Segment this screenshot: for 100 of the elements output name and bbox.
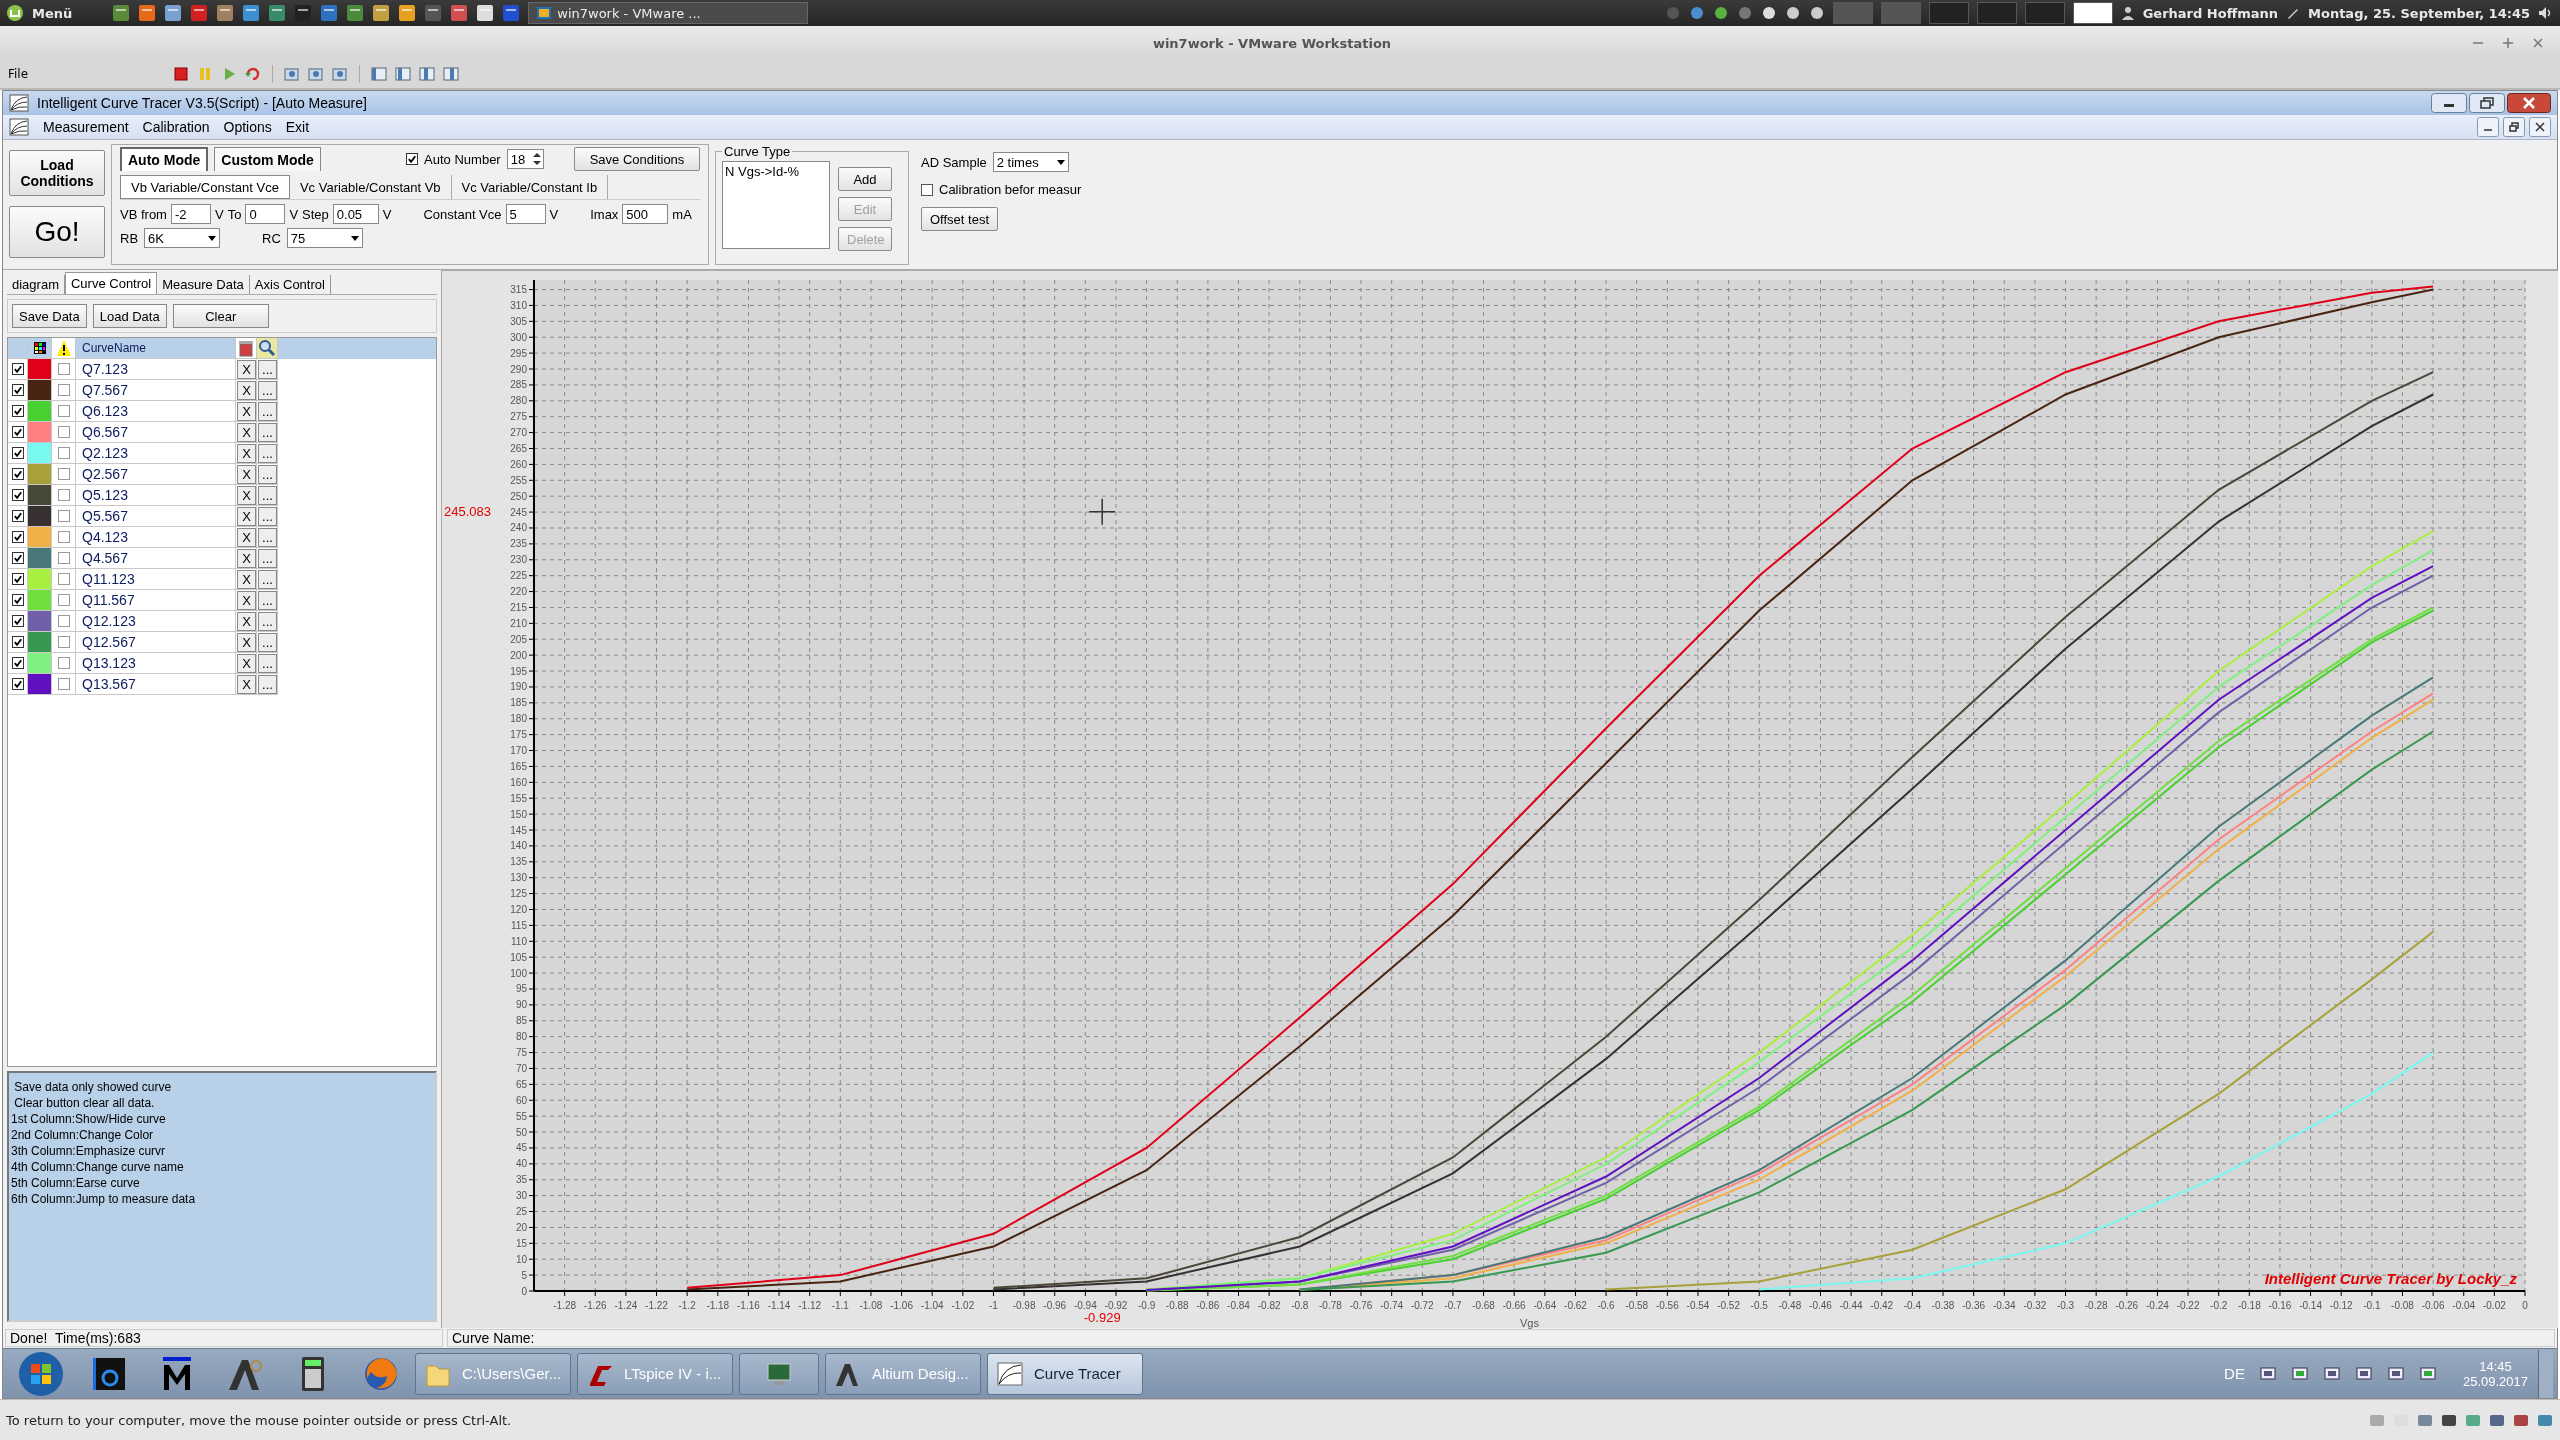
color-swatch[interactable]: [28, 359, 52, 380]
emphasize-checkbox[interactable]: [57, 552, 70, 564]
curve-type-button[interactable]: Add: [838, 167, 892, 191]
save-conditions-button[interactable]: Save Conditions: [574, 147, 700, 171]
app-icon[interactable]: [502, 4, 521, 22]
close-icon[interactable]: [2529, 117, 2551, 137]
app-icon[interactable]: [112, 4, 131, 22]
menu-item[interactable]: Measurement: [43, 119, 129, 135]
view-icon[interactable]: [394, 65, 412, 83]
erase-button[interactable]: X: [237, 423, 256, 442]
jump-button[interactable]: ...: [258, 654, 277, 673]
close-icon[interactable]: [2507, 93, 2551, 113]
color-swatch[interactable]: [28, 590, 52, 611]
erase-button[interactable]: X: [237, 486, 256, 505]
color-swatch[interactable]: [28, 380, 52, 401]
app-icon[interactable]: [242, 4, 261, 22]
emphasize-checkbox[interactable]: [57, 510, 70, 522]
restore-icon[interactable]: [2503, 117, 2525, 137]
app-icon[interactable]: [190, 4, 209, 22]
curve-name-cell[interactable]: Q7.123: [76, 359, 236, 380]
network-icon[interactable]: [2418, 1364, 2437, 1383]
menu-item[interactable]: Calibration: [142, 119, 210, 135]
color-swatch[interactable]: [28, 632, 52, 653]
erase-button[interactable]: X: [237, 381, 256, 400]
jump-button[interactable]: ...: [258, 486, 277, 505]
jump-button[interactable]: ...: [258, 360, 277, 379]
curve-name-cell[interactable]: Q4.567: [76, 548, 236, 569]
app-icon[interactable]: [398, 4, 417, 22]
curve-name-cell[interactable]: Q6.123: [76, 401, 236, 422]
jump-button[interactable]: ...: [258, 444, 277, 463]
load-conditions-button[interactable]: Load Conditions: [9, 150, 105, 196]
show-desktop-button[interactable]: [2538, 1349, 2553, 1398]
erase-button[interactable]: X: [237, 633, 256, 652]
color-swatch[interactable]: [28, 674, 52, 695]
panel-button[interactable]: Save Data: [12, 304, 87, 328]
color-swatch[interactable]: [28, 569, 52, 590]
taskbar-button[interactable]: Curve Tracer: [987, 1352, 1143, 1395]
visibility-checkbox[interactable]: [11, 615, 24, 627]
jump-button[interactable]: ...: [258, 591, 277, 610]
jump-button[interactable]: ...: [258, 381, 277, 400]
workspace-switcher[interactable]: [2024, 2, 2065, 24]
clock[interactable]: Montag, 25. September, 14:45: [2308, 5, 2530, 21]
jump-button[interactable]: ...: [258, 402, 277, 421]
emphasize-checkbox[interactable]: [57, 468, 70, 480]
color-swatch[interactable]: [28, 443, 52, 464]
curve-name-cell[interactable]: Q2.123: [76, 443, 236, 464]
tray-icon[interactable]: [1808, 5, 1825, 21]
emphasize-checkbox[interactable]: [57, 384, 70, 396]
emphasize-checkbox[interactable]: [57, 426, 70, 438]
tray-icon[interactable]: [1760, 5, 1777, 21]
taskbar-button[interactable]: win7work - VMware ...: [528, 2, 809, 24]
jump-button[interactable]: ...: [258, 675, 277, 694]
monitor-icon[interactable]: [2354, 1364, 2373, 1383]
emphasize-checkbox[interactable]: [57, 363, 70, 375]
visibility-checkbox[interactable]: [11, 531, 24, 543]
list-item[interactable]: N Vgs->Id-%: [725, 164, 827, 179]
minimize-icon[interactable]: [2431, 93, 2467, 113]
color-swatch[interactable]: [28, 653, 52, 674]
dropdown[interactable]: 2 times: [992, 152, 1069, 172]
tray-icon[interactable]: [1784, 5, 1801, 21]
workspace-switcher[interactable]: [2072, 2, 2113, 24]
emphasize-checkbox[interactable]: [57, 615, 70, 627]
menu-label[interactable]: Menü: [32, 5, 73, 21]
erase-button[interactable]: X: [237, 507, 256, 526]
snapshot-icon[interactable]: [283, 65, 301, 83]
curve-name-cell[interactable]: Q11.123: [76, 569, 236, 590]
network-icon[interactable]: [2290, 1364, 2309, 1383]
app-icon[interactable]: [424, 4, 443, 22]
curve-name-cell[interactable]: Q5.123: [76, 485, 236, 506]
visibility-checkbox[interactable]: [11, 405, 24, 417]
jump-button[interactable]: ...: [258, 633, 277, 652]
visibility-checkbox[interactable]: [11, 363, 24, 375]
snapshot-icon[interactable]: [307, 65, 325, 83]
jump-button[interactable]: ...: [258, 423, 277, 442]
visibility-checkbox[interactable]: [11, 510, 24, 522]
emphasize-checkbox[interactable]: [57, 573, 70, 585]
color-swatch[interactable]: [28, 611, 52, 632]
visibility-checkbox[interactable]: [11, 573, 24, 585]
restore-icon[interactable]: [2469, 93, 2505, 113]
erase-button[interactable]: X: [237, 654, 256, 673]
refresh-icon[interactable]: [244, 65, 262, 83]
jump-button[interactable]: ...: [258, 465, 277, 484]
erase-button[interactable]: X: [237, 549, 256, 568]
dropdown[interactable]: 75: [286, 228, 363, 248]
curve-name-cell[interactable]: Q6.567: [76, 422, 236, 443]
jump-button[interactable]: ...: [258, 507, 277, 526]
color-swatch[interactable]: [28, 527, 52, 548]
app-icon[interactable]: [476, 4, 495, 22]
erase-button[interactable]: X: [237, 465, 256, 484]
app-icon[interactable]: [320, 4, 339, 22]
emphasize-checkbox[interactable]: [57, 594, 70, 606]
offset-test-button[interactable]: Offset test: [921, 207, 998, 231]
color-swatch[interactable]: [28, 506, 52, 527]
erase-button[interactable]: X: [237, 528, 256, 547]
emphasize-checkbox[interactable]: [57, 657, 70, 669]
emphasize-checkbox[interactable]: [57, 489, 70, 501]
app-icon[interactable]: [294, 4, 313, 22]
tab[interactable]: Curve Control: [64, 272, 158, 294]
visibility-checkbox[interactable]: [11, 678, 24, 690]
curve-name-cell[interactable]: Q7.567: [76, 380, 236, 401]
